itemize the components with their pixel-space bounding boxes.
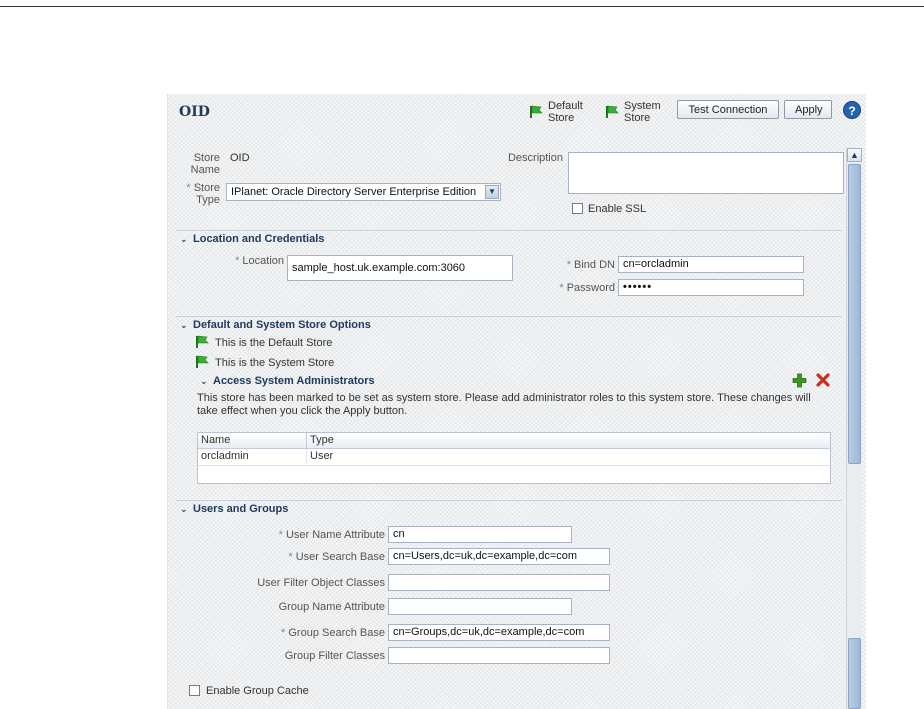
table-row[interactable]: orcladmin User — [198, 449, 830, 466]
collapse-arrow-icon[interactable]: ⌄ — [200, 377, 209, 386]
store-options-section[interactable]: ⌄ Default and System Store Options — [176, 316, 842, 335]
description-label: Description — [507, 152, 563, 164]
oid-store-panel: OID Default Store System Store Test Conn… — [167, 94, 866, 709]
user-filter-object-classes-input[interactable] — [388, 574, 610, 591]
test-connection-button[interactable]: Test Connection — [677, 100, 779, 119]
description-field[interactable] — [568, 152, 844, 194]
access-admins-subsection[interactable]: ⌄ Access System Administrators — [196, 373, 832, 391]
store-type-label: * Store Type — [186, 182, 220, 206]
default-store-note: This is the Default Store — [215, 337, 333, 349]
user-filter-object-classes-label: User Filter Object Classes — [257, 577, 385, 589]
group-name-attribute-label: Group Name Attribute — [278, 601, 385, 613]
column-header-name[interactable]: Name — [198, 433, 307, 448]
store-name-label: Store Name — [190, 152, 220, 176]
group-name-attribute-input[interactable] — [388, 598, 572, 615]
cell-name: orcladmin — [198, 449, 307, 464]
user-search-base-label: * User Search Base — [288, 551, 385, 563]
user-name-attribute-input[interactable]: cn — [388, 526, 572, 543]
bind-dn-label: * Bind DN — [566, 259, 615, 271]
green-flag-icon — [606, 105, 619, 118]
add-icon[interactable] — [792, 373, 807, 388]
delete-icon[interactable] — [816, 373, 830, 387]
admins-message: This store has been marked to be set as … — [197, 392, 811, 417]
store-type-value: IPlanet: Oracle Directory Server Enterpr… — [231, 186, 477, 198]
section-title-users-groups: Users and Groups — [193, 503, 289, 515]
default-store-label: Default Store — [548, 100, 583, 124]
location-credentials-section[interactable]: ⌄ Location and Credentials — [176, 230, 842, 249]
password-input[interactable]: •••••• — [618, 279, 804, 296]
default-store-legend: Default Store — [529, 100, 586, 124]
panel-header: OID Default Store System Store Test Conn… — [168, 94, 866, 130]
store-name-value: OID — [230, 152, 250, 164]
scroll-thumb[interactable] — [848, 164, 861, 464]
green-flag-icon — [196, 355, 209, 368]
table-header: Name Type — [198, 433, 830, 449]
location-input[interactable]: sample_host.uk.example.com:3060 — [287, 255, 513, 281]
user-search-base-input[interactable]: cn=Users,dc=uk,dc=example,dc=com — [388, 548, 610, 565]
apply-button[interactable]: Apply — [784, 100, 832, 119]
group-filter-classes-label: Group Filter Classes — [284, 650, 385, 662]
users-groups-section[interactable]: ⌄ Users and Groups — [176, 500, 842, 519]
top-divider — [0, 6, 924, 7]
collapse-arrow-icon[interactable]: ⌄ — [180, 235, 189, 244]
collapse-arrow-icon[interactable]: ⌄ — [180, 321, 189, 330]
collapse-arrow-icon[interactable]: ⌄ — [180, 505, 189, 514]
help-icon[interactable]: ? — [843, 101, 861, 119]
system-store-legend: System Store — [605, 100, 662, 124]
admins-table: Name Type orcladmin User — [197, 432, 831, 484]
password-label: * Password — [559, 282, 615, 294]
scroll-track-segment[interactable] — [848, 638, 861, 709]
bind-dn-input[interactable]: cn=orcladmin — [618, 256, 804, 273]
enable-ssl-label: Enable SSL — [588, 203, 647, 215]
table-empty-row — [198, 466, 830, 483]
green-flag-icon — [530, 105, 543, 118]
group-search-base-label: * Group Search Base — [281, 627, 385, 639]
page-title: OID — [179, 104, 210, 120]
section-title-options: Default and System Store Options — [193, 319, 371, 331]
store-type-select[interactable]: IPlanet: Oracle Directory Server Enterpr… — [226, 183, 501, 201]
system-store-label: System Store — [624, 100, 661, 124]
system-store-note: This is the System Store — [215, 357, 335, 369]
group-search-base-input[interactable]: cn=Groups,dc=uk,dc=example,dc=com — [388, 624, 610, 641]
group-filter-classes-input[interactable] — [388, 647, 610, 664]
scroll-up-icon[interactable]: ▲ — [847, 148, 862, 162]
vertical-scrollbar[interactable]: ▲ — [846, 148, 862, 709]
location-label: * Location — [235, 255, 284, 267]
user-name-attribute-label: * User Name Attribute — [278, 529, 385, 541]
enable-ssl-checkbox[interactable] — [572, 203, 583, 214]
enable-group-cache-checkbox[interactable] — [189, 685, 200, 696]
chevron-down-icon[interactable]: ▼ — [485, 185, 499, 199]
column-header-type[interactable]: Type — [307, 433, 334, 447]
cell-type: User — [310, 450, 334, 462]
green-flag-icon — [196, 335, 209, 348]
section-title-location: Location and Credentials — [193, 233, 325, 245]
enable-group-cache-label: Enable Group Cache — [206, 685, 309, 697]
section-title-admins: Access System Administrators — [213, 375, 375, 387]
